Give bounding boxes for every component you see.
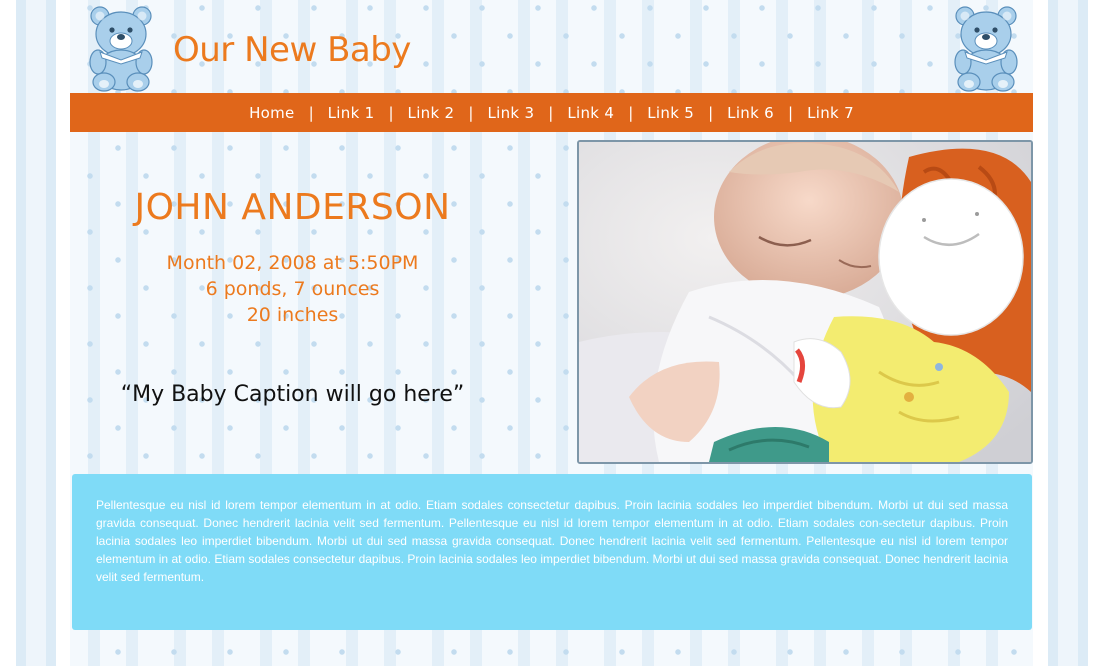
nav-link-4[interactable]: Link 4 [565,104,616,122]
nav-separator: | [708,103,714,122]
main-nav: Home | Link 1 | Link 2 | Link 3 | Link 4… [70,93,1033,132]
nav-link-3[interactable]: Link 3 [485,104,536,122]
nav-link-6[interactable]: Link 6 [725,104,776,122]
birth-date: Month 02, 2008 at 5:50PM [166,252,419,274]
baby-photo [577,140,1033,464]
nav-separator: | [628,103,634,122]
birth-weight: 6 ponds, 7 ounces [205,278,380,300]
nav-separator: | [468,103,474,122]
site-header: Our New Baby [70,0,1033,93]
nav-link-home[interactable]: Home [247,104,297,122]
nav-separator: | [388,103,394,122]
baby-name: JOHN ANDERSON [134,187,451,228]
nav-link-1[interactable]: Link 1 [326,104,377,122]
nav-link-5[interactable]: Link 5 [645,104,696,122]
nav-link-2[interactable]: Link 2 [406,104,457,122]
nav-separator: | [788,103,794,122]
content-box: Pellentesque eu nisl id lorem tempor ele… [72,474,1032,630]
site-title: Our New Baby [173,30,411,70]
nav-separator: | [548,103,554,122]
baby-caption: “My Baby Caption will go here” [120,382,465,407]
baby-info: JOHN ANDERSON Month 02, 2008 at 5:50PM 6… [70,132,515,472]
teddy-bear-icon [84,4,160,92]
nav-separator: | [308,103,314,122]
teddy-bear-icon [949,4,1025,92]
birth-length: 20 inches [246,304,339,326]
body-paragraph: Pellentesque eu nisl id lorem tempor ele… [96,498,1008,584]
page-container: Our New Baby Home | Link 1 | Link 2 | Li… [70,0,1033,666]
nav-link-7[interactable]: Link 7 [805,104,856,122]
